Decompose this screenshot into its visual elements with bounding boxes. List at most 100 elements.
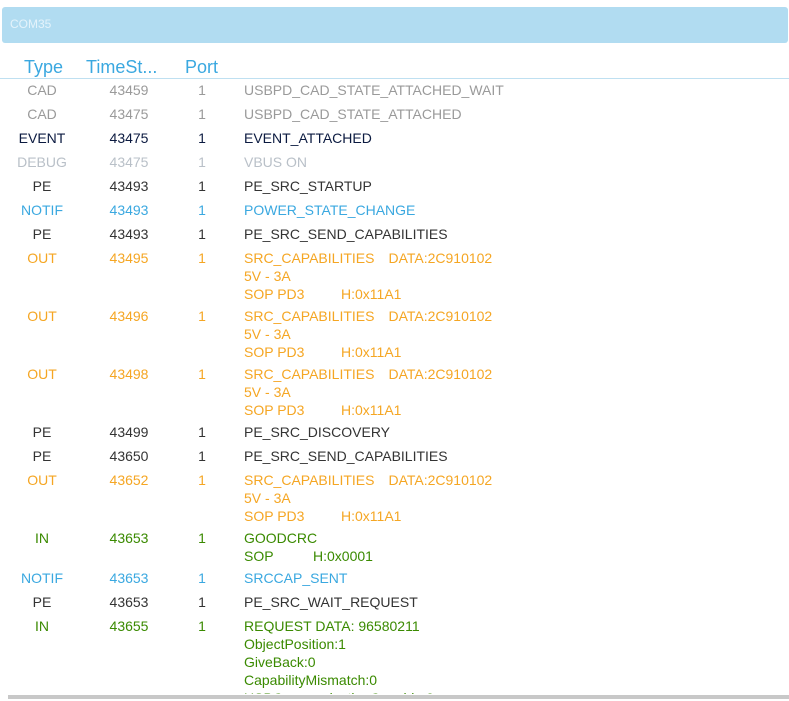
cell-timestamp: 43475 — [109, 130, 149, 146]
trace-list[interactable]: CAD 43459 1 USBPD_CAD_STATE_ATTACHED_WAIT CA… — [0, 81, 789, 694]
table-row[interactable]: IN 43655 1 REQUEST DATA: 96580211 ObjectPosi… — [0, 617, 789, 694]
cell-timestamp: 43495 — [109, 250, 149, 266]
message-line: SRC_CAPABILITIES DATA:2C910102 — [244, 471, 789, 489]
cell-type: IN — [35, 618, 49, 634]
cell-message: PE_SRC_DISCOVERY — [244, 423, 789, 441]
table-row[interactable]: IN 43653 1 GOODCRC SOP H:0x0001 — [0, 529, 789, 569]
message-text: EVENT_ATTACHED — [244, 130, 372, 146]
cell-timestamp: 43493 — [109, 202, 149, 218]
cell-type: PE — [32, 424, 52, 440]
cell-message: PE_SRC_SEND_CAPABILITIES — [244, 225, 789, 243]
column-header-timestamp[interactable]: TimeSt... — [86, 57, 157, 78]
cell-port: 1 — [198, 472, 206, 488]
message-line: SOP PD3 H:0x11A1 — [244, 343, 789, 361]
cell-timestamp: 43493 — [109, 226, 149, 242]
table-row[interactable]: CAD 43459 1 USBPD_CAD_STATE_ATTACHED_WAIT — [0, 81, 789, 105]
message-line: SRC_CAPABILITIES DATA:2C910102 — [244, 307, 789, 325]
message-line: SOP PD3 H:0x11A1 — [244, 285, 789, 303]
message-line: PE_SRC_SEND_CAPABILITIES — [244, 447, 789, 465]
message-text: PE_SRC_STARTUP — [244, 178, 372, 194]
message-line: GiveBack:0 — [244, 653, 789, 671]
cell-timestamp: 43650 — [109, 448, 149, 464]
table-row[interactable]: EVENT 43475 1 EVENT_ATTACHED — [0, 129, 789, 153]
message-line: POWER_STATE_CHANGE — [244, 201, 789, 219]
cell-port: 1 — [198, 202, 206, 218]
message-text: GOODCRC — [244, 530, 318, 546]
cell-timestamp: 43493 — [109, 178, 149, 194]
cell-port: 1 — [198, 448, 206, 464]
cell-port: 1 — [198, 530, 206, 546]
table-row[interactable]: NOTIF 43493 1 POWER_STATE_CHANGE — [0, 201, 789, 225]
message-line: USBPD_CAD_STATE_ATTACHED — [244, 105, 789, 123]
message-text: SRC_CAPABILITIES — [244, 250, 375, 266]
cell-type: PE — [32, 226, 52, 242]
message-text: SRC_CAPABILITIES — [244, 366, 375, 382]
cell-timestamp: 43475 — [109, 154, 149, 170]
cell-type: NOTIF — [21, 202, 63, 218]
cell-port: 1 — [198, 250, 206, 266]
cell-message: SRCCAP_SENT — [244, 569, 789, 587]
cell-type: OUT — [27, 308, 57, 324]
table-row[interactable]: OUT 43498 1 SRC_CAPABILITIES DATA:2C910102 5V… — [0, 365, 789, 423]
message-line: SRC_CAPABILITIES DATA:2C910102 — [244, 365, 789, 383]
cell-message: GOODCRC SOP H:0x0001 — [244, 529, 789, 565]
message-text: SOP PD3 — [244, 344, 305, 360]
message-line: REQUEST DATA: 96580211 — [244, 617, 789, 635]
column-header-type[interactable]: Type — [24, 57, 63, 78]
message-line: 5V - 3A — [244, 489, 789, 507]
table-row[interactable]: CAD 43475 1 USBPD_CAD_STATE_ATTACHED — [0, 105, 789, 129]
message-line: PE_SRC_SEND_CAPABILITIES — [244, 225, 789, 243]
table-row[interactable]: OUT 43652 1 SRC_CAPABILITIES DATA:2C910102 5V… — [0, 471, 789, 529]
column-header-port[interactable]: Port — [185, 57, 218, 78]
table-row[interactable]: NOTIF 43653 1 SRCCAP_SENT — [0, 569, 789, 593]
message-detail: H:0x11A1 — [341, 286, 402, 302]
message-line: 5V - 3A — [244, 383, 789, 401]
cell-type: CAD — [27, 106, 57, 122]
table-row[interactable]: PE 43650 1 PE_SRC_SEND_CAPABILITIES — [0, 447, 789, 471]
message-line: EVENT_ATTACHED — [244, 129, 789, 147]
message-detail: DATA:2C910102 — [388, 250, 493, 266]
table-row[interactable]: OUT 43496 1 SRC_CAPABILITIES DATA:2C910102 5V… — [0, 307, 789, 365]
message-text: PE_SRC_SEND_CAPABILITIES — [244, 226, 448, 242]
message-text: SRCCAP_SENT — [244, 570, 348, 586]
table-header: Type TimeSt... Port — [0, 57, 789, 79]
message-line: SRC_CAPABILITIES DATA:2C910102 — [244, 249, 789, 267]
message-text: CapabilityMismatch:0 — [244, 672, 378, 688]
message-text: SOP PD3 — [244, 508, 305, 524]
cell-port: 1 — [198, 594, 206, 610]
window-title: COM35 — [10, 17, 52, 31]
message-line: 5V - 3A — [244, 267, 789, 285]
cell-message: USBPD_CAD_STATE_ATTACHED — [244, 105, 789, 123]
table-row[interactable]: PE 43653 1 PE_SRC_WAIT_REQUEST — [0, 593, 789, 617]
cell-timestamp: 43653 — [109, 594, 149, 610]
message-detail: DATA:2C910102 — [388, 472, 493, 488]
table-row[interactable]: PE 43493 1 PE_SRC_STARTUP — [0, 177, 789, 201]
table-row[interactable]: PE 43499 1 PE_SRC_DISCOVERY — [0, 423, 789, 447]
cell-message: EVENT_ATTACHED — [244, 129, 789, 147]
horizontal-scrollbar[interactable] — [8, 695, 789, 699]
message-detail: H:0x11A1 — [341, 344, 402, 360]
cell-timestamp: 43653 — [109, 570, 149, 586]
cell-port: 1 — [198, 308, 206, 324]
message-text: PE_SRC_SEND_CAPABILITIES — [244, 448, 448, 464]
message-text: SOP PD3 — [244, 286, 305, 302]
table-row[interactable]: PE 43493 1 PE_SRC_SEND_CAPABILITIES — [0, 225, 789, 249]
message-detail: DATA:2C910102 — [388, 308, 493, 324]
message-text: SOP PD3 — [244, 402, 305, 418]
cell-type: NOTIF — [21, 570, 63, 586]
message-line: SRCCAP_SENT — [244, 569, 789, 587]
message-line: VBUS ON — [244, 153, 789, 171]
cell-type: OUT — [27, 250, 57, 266]
cell-timestamp: 43459 — [109, 82, 149, 98]
cell-message: VBUS ON — [244, 153, 789, 171]
cell-message: USBPD_CAD_STATE_ATTACHED_WAIT — [244, 81, 789, 99]
table-row[interactable]: OUT 43495 1 SRC_CAPABILITIES DATA:2C910102 5V… — [0, 249, 789, 307]
cell-message: REQUEST DATA: 96580211 ObjectPosition:1 Gi… — [244, 617, 789, 694]
message-text: PE_SRC_WAIT_REQUEST — [244, 594, 418, 610]
cell-message: SRC_CAPABILITIES DATA:2C910102 5V - 3A SOP … — [244, 365, 789, 419]
cell-type: OUT — [27, 472, 57, 488]
message-text: PE_SRC_DISCOVERY — [244, 424, 391, 440]
table-row[interactable]: DEBUG 43475 1 VBUS ON — [0, 153, 789, 177]
message-line: USBCommunicationCapable:0 — [244, 689, 789, 694]
message-line: PE_SRC_DISCOVERY — [244, 423, 789, 441]
